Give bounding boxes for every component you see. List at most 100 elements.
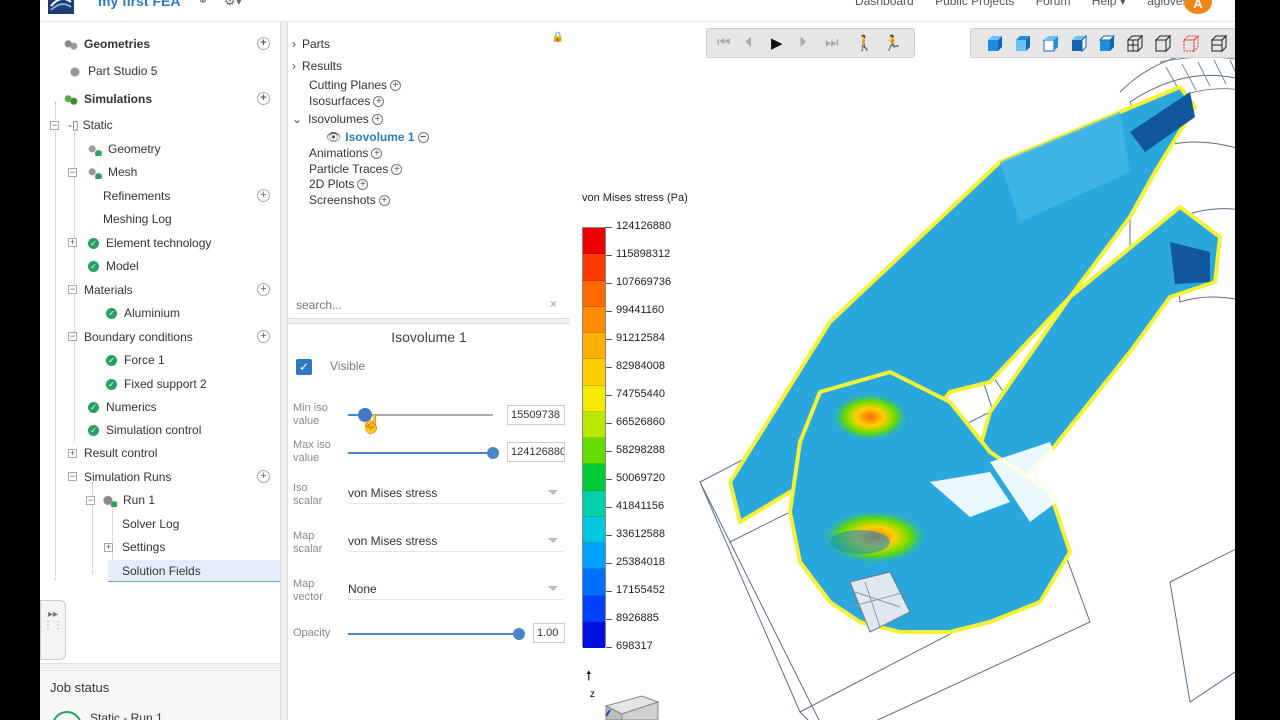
- collapse-simulation-runs-icon[interactable]: −: [68, 472, 77, 481]
- view-top-icon[interactable]: [1098, 35, 1116, 53]
- pp-isosurfaces[interactable]: Isosurfaces +: [309, 93, 385, 109]
- 3d-viewport[interactable]: ⏮ ⏴ ▶ ⏵ ⏭ 🚶 🏃 von Mises stress (Pa) 1241…: [570, 22, 1235, 720]
- add-animation-icon[interactable]: +: [371, 148, 383, 160]
- opacity-slider-track[interactable]: [348, 633, 519, 635]
- tree-geometry[interactable]: Geometry: [88, 138, 161, 160]
- chevron-down-icon[interactable]: ⌄: [292, 112, 302, 126]
- tree-model[interactable]: ✓ Model: [88, 255, 139, 277]
- tree-simulation-control[interactable]: ✓ Simulation control: [88, 419, 201, 441]
- share-icon[interactable]: ⚭: [198, 0, 208, 8]
- add-particle-trace-icon[interactable]: +: [391, 164, 403, 176]
- view-back-icon[interactable]: [1014, 35, 1032, 53]
- chevron-right-icon[interactable]: ›: [292, 59, 296, 73]
- nav-public-projects[interactable]: Public Projects: [935, 0, 1014, 8]
- pp-cutting-planes[interactable]: Cutting Planes +: [309, 77, 402, 93]
- tree-geometries[interactable]: Geometries +: [64, 33, 270, 55]
- map-vector-select[interactable]: None: [348, 580, 564, 600]
- tree-mesh[interactable]: Mesh: [88, 161, 137, 183]
- collapse-mesh-icon[interactable]: −: [68, 168, 77, 177]
- tree-solver-log[interactable]: Solver Log: [122, 513, 179, 535]
- mesh-edges-icon[interactable]: [1210, 35, 1228, 53]
- tree-force-1[interactable]: ✓ Force 1: [106, 349, 165, 371]
- job-status-item[interactable]: Static - Run 1: [90, 711, 163, 720]
- tree-numerics[interactable]: ✓ Numerics: [88, 396, 157, 418]
- nav-help[interactable]: Help ▾: [1092, 0, 1126, 8]
- tree-aluminium[interactable]: ✓ Aluminium: [106, 302, 180, 324]
- skip-end-icon[interactable]: ⏭: [825, 34, 839, 51]
- add-run-icon[interactable]: +: [257, 470, 270, 483]
- pp-2d-plots[interactable]: 2D Plots +: [309, 176, 369, 192]
- iso-scalar-select[interactable]: von Mises stress: [348, 484, 564, 504]
- tree-part-studio[interactable]: Part Studio 5: [68, 60, 157, 82]
- add-refinement-icon[interactable]: +: [257, 189, 270, 202]
- add-screenshot-icon[interactable]: +: [378, 195, 390, 207]
- logo-icon[interactable]: [48, 0, 74, 14]
- tree-element-technology[interactable]: ✓ Element technology: [88, 232, 211, 254]
- tree-run-1[interactable]: Run 1: [103, 489, 155, 511]
- clear-search-icon[interactable]: ×: [550, 297, 557, 311]
- expand-settings-icon[interactable]: +: [104, 543, 113, 552]
- panel-splitter[interactable]: [40, 663, 280, 669]
- nav-forum[interactable]: Forum: [1036, 0, 1071, 8]
- tree-result-control[interactable]: Result control: [84, 442, 157, 464]
- walk-icon[interactable]: 🚶: [855, 34, 874, 52]
- lock-icon[interactable]: 🔒: [552, 32, 564, 43]
- max-iso-input[interactable]: 124126880: [507, 442, 565, 462]
- panel-toggle-handle[interactable]: ▸▸ ⋮⋮: [40, 600, 66, 660]
- add-2d-plot-icon[interactable]: +: [357, 179, 369, 191]
- add-geometry-icon[interactable]: +: [257, 37, 270, 50]
- tree-settings[interactable]: Settings: [122, 536, 165, 558]
- skip-start-icon[interactable]: ⏮: [717, 34, 731, 51]
- hidden-lines-icon[interactable]: [1182, 35, 1200, 53]
- step-back-icon[interactable]: ⏴: [745, 34, 753, 51]
- tree-boundary-conditions[interactable]: Boundary conditions +: [84, 326, 270, 348]
- min-iso-input[interactable]: 15509738: [507, 405, 565, 425]
- view-right-icon[interactable]: [1070, 35, 1088, 53]
- avatar[interactable]: A: [1184, 0, 1212, 14]
- axis-triad[interactable]: 🠕 z: [586, 667, 595, 700]
- tree-refinements[interactable]: Refinements +: [103, 185, 270, 207]
- tree-simulations[interactable]: Simulations +: [64, 88, 270, 110]
- tree-static[interactable]: -▯ Static: [68, 114, 113, 136]
- add-boundary-condition-icon[interactable]: +: [257, 330, 270, 343]
- project-title[interactable]: my first FEA: [98, 0, 180, 9]
- pp-screenshots[interactable]: Screenshots +: [309, 192, 390, 208]
- step-forward-icon[interactable]: ⏵: [799, 34, 807, 51]
- pp-isovolume-1[interactable]: 👁 Isovolume 1−: [326, 129, 429, 145]
- eye-icon[interactable]: 👁: [326, 130, 341, 144]
- panel-divider[interactable]: [280, 22, 288, 720]
- map-scalar-select[interactable]: von Mises stress: [348, 532, 564, 552]
- tree-materials[interactable]: Materials +: [84, 279, 270, 301]
- search-input[interactable]: [294, 296, 562, 314]
- pp-isovolumes[interactable]: ⌄ Isovolumes +: [292, 111, 383, 127]
- remove-isovolume-icon[interactable]: −: [417, 132, 429, 144]
- collapse-boundary-conditions-icon[interactable]: −: [68, 332, 77, 341]
- opacity-input[interactable]: 1.00: [533, 623, 565, 643]
- add-isosurface-icon[interactable]: +: [373, 96, 385, 108]
- max-iso-slider-handle[interactable]: [487, 447, 499, 459]
- tree-solution-fields[interactable]: Solution Fields: [108, 560, 280, 582]
- nav-dashboard[interactable]: Dashboard: [855, 0, 914, 8]
- visible-checkbox[interactable]: ✓: [296, 359, 312, 375]
- tree-simulation-runs[interactable]: Simulation Runs +: [84, 466, 270, 488]
- gear-icon[interactable]: ⚙▾: [224, 0, 242, 9]
- outline-icon[interactable]: [1154, 35, 1172, 53]
- add-material-icon[interactable]: +: [257, 283, 270, 296]
- expand-element-technology-icon[interactable]: +: [68, 238, 77, 247]
- view-front-icon[interactable]: [986, 35, 1004, 53]
- tree-meshing-log[interactable]: Meshing Log: [103, 208, 172, 230]
- add-isovolume-icon[interactable]: +: [371, 114, 383, 126]
- tree-fixed-support-2[interactable]: ✓ Fixed support 2: [106, 373, 207, 395]
- opacity-slider-handle[interactable]: [513, 628, 525, 640]
- collapse-materials-icon[interactable]: −: [68, 285, 77, 294]
- view-left-icon[interactable]: [1042, 35, 1060, 53]
- add-cutting-plane-icon[interactable]: +: [390, 80, 402, 92]
- play-icon[interactable]: ▶: [771, 34, 783, 52]
- wireframe-mesh-icon[interactable]: [1126, 35, 1144, 53]
- chevron-right-icon[interactable]: ›: [292, 37, 296, 51]
- collapse-static-icon[interactable]: −: [50, 121, 59, 130]
- max-iso-slider-track[interactable]: [348, 452, 493, 454]
- expand-result-control-icon[interactable]: +: [68, 449, 77, 458]
- orientation-cube[interactable]: [602, 688, 662, 720]
- pp-animations[interactable]: Animations +: [309, 145, 383, 161]
